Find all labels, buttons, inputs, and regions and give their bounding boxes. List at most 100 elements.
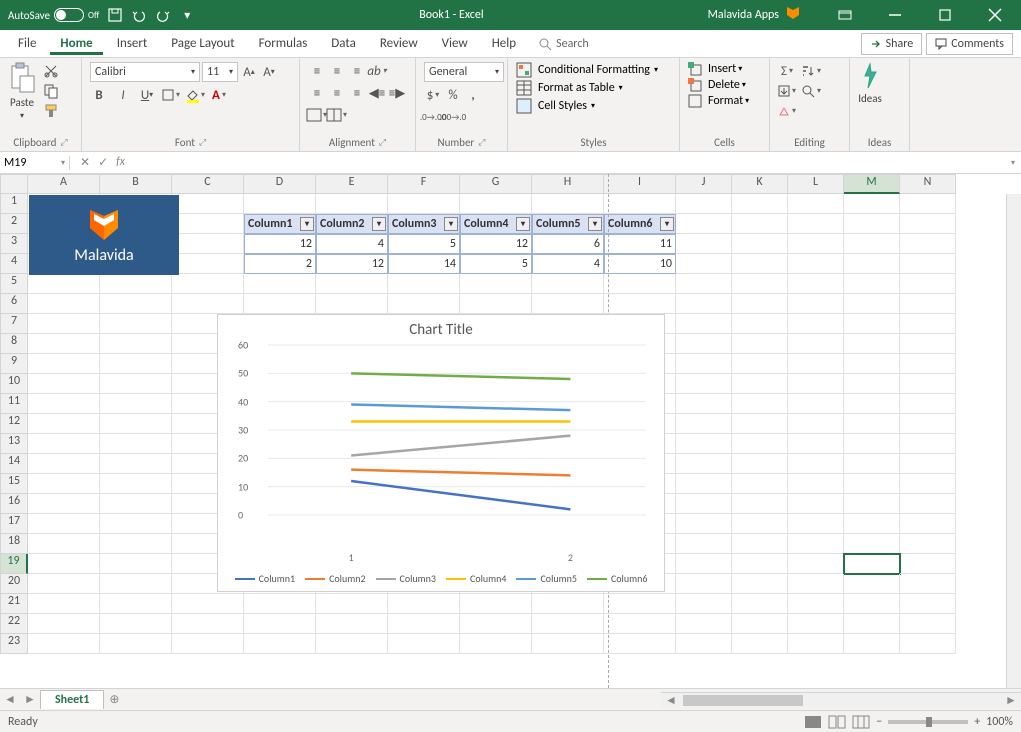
- cell-N15[interactable]: [900, 474, 956, 494]
- col-header-K[interactable]: K: [732, 174, 788, 194]
- cell-G2[interactable]: Column4▾: [460, 214, 532, 234]
- underline-icon[interactable]: U▾: [138, 86, 156, 104]
- prev-sheet-icon[interactable]: ◄: [0, 692, 20, 707]
- cell-B12[interactable]: [100, 414, 172, 434]
- cell-K23[interactable]: [732, 634, 788, 654]
- cell-F6[interactable]: [388, 294, 460, 314]
- cell-N20[interactable]: [900, 574, 956, 594]
- insert-button[interactable]: Insert▾: [688, 62, 742, 76]
- cell-M1[interactable]: [844, 194, 900, 214]
- cell-F4[interactable]: 14: [388, 254, 460, 274]
- cell-K20[interactable]: [732, 574, 788, 594]
- cell-A13[interactable]: [28, 434, 100, 454]
- cell-E22[interactable]: [316, 614, 388, 634]
- cell-I6[interactable]: [604, 294, 676, 314]
- fill-icon[interactable]: [778, 82, 796, 100]
- format-button[interactable]: Format▾: [688, 94, 749, 108]
- cell-G22[interactable]: [460, 614, 532, 634]
- cell-C5[interactable]: [172, 274, 244, 294]
- cell-J12[interactable]: [676, 414, 732, 434]
- cell-M12[interactable]: [844, 414, 900, 434]
- cell-K18[interactable]: [732, 534, 788, 554]
- cell-B17[interactable]: [100, 514, 172, 534]
- cell-J9[interactable]: [676, 354, 732, 374]
- cell-A16[interactable]: [28, 494, 100, 514]
- cell-K9[interactable]: [732, 354, 788, 374]
- cell-A6[interactable]: [28, 294, 100, 314]
- cell-L19[interactable]: [788, 554, 844, 574]
- cell-A20[interactable]: [28, 574, 100, 594]
- cell-L20[interactable]: [788, 574, 844, 594]
- cell-C1[interactable]: [172, 194, 244, 214]
- cell-F21[interactable]: [388, 594, 460, 614]
- cell-A19[interactable]: [28, 554, 100, 574]
- bold-icon[interactable]: B: [90, 86, 108, 104]
- cell-H1[interactable]: [532, 194, 604, 214]
- col-header-J[interactable]: J: [676, 174, 732, 194]
- cell-K14[interactable]: [732, 454, 788, 474]
- cell-A17[interactable]: [28, 514, 100, 534]
- minimize-button[interactable]: [873, 0, 917, 30]
- col-header-D[interactable]: D: [244, 174, 316, 194]
- cell-L21[interactable]: [788, 594, 844, 614]
- row-header-16[interactable]: 16: [0, 494, 28, 514]
- copy-icon[interactable]: [42, 82, 60, 100]
- cell-M10[interactable]: [844, 374, 900, 394]
- cut-icon[interactable]: [42, 62, 60, 80]
- filter-icon[interactable]: ▾: [372, 217, 386, 231]
- cell-G6[interactable]: [460, 294, 532, 314]
- page-break-view-icon[interactable]: [852, 713, 870, 731]
- cell-N14[interactable]: [900, 454, 956, 474]
- cell-K2[interactable]: [732, 214, 788, 234]
- cell-A11[interactable]: [28, 394, 100, 414]
- col-header-G[interactable]: G: [460, 174, 532, 194]
- cell-A7[interactable]: [28, 314, 100, 334]
- cell-J1[interactable]: [676, 194, 732, 214]
- cell-M7[interactable]: [844, 314, 900, 334]
- cell-L7[interactable]: [788, 314, 844, 334]
- cell-K22[interactable]: [732, 614, 788, 634]
- cell-J3[interactable]: [676, 234, 732, 254]
- cell-A15[interactable]: [28, 474, 100, 494]
- row-header-7[interactable]: 7: [0, 314, 28, 334]
- cell-H22[interactable]: [532, 614, 604, 634]
- tab-formulas[interactable]: Formulas: [249, 32, 318, 55]
- cell-J21[interactable]: [676, 594, 732, 614]
- cell-D5[interactable]: [244, 274, 316, 294]
- cell-A18[interactable]: [28, 534, 100, 554]
- cell-B8[interactable]: [100, 334, 172, 354]
- col-header-L[interactable]: L: [788, 174, 844, 194]
- cell-E1[interactable]: [316, 194, 388, 214]
- cell-C23[interactable]: [172, 634, 244, 654]
- cell-M18[interactable]: [844, 534, 900, 554]
- cell-K21[interactable]: [732, 594, 788, 614]
- cell-J11[interactable]: [676, 394, 732, 414]
- cell-B14[interactable]: [100, 454, 172, 474]
- row-header-14[interactable]: 14: [0, 454, 28, 474]
- cell-G4[interactable]: 5: [460, 254, 532, 274]
- percent-icon[interactable]: %: [444, 86, 462, 104]
- fx-icon[interactable]: fx: [116, 155, 125, 170]
- cell-G3[interactable]: 12: [460, 234, 532, 254]
- cell-A14[interactable]: [28, 454, 100, 474]
- cell-L2[interactable]: [788, 214, 844, 234]
- tab-view[interactable]: View: [432, 32, 478, 55]
- cell-E2[interactable]: Column2▾: [316, 214, 388, 234]
- col-header-H[interactable]: H: [532, 174, 604, 194]
- cell-L3[interactable]: [788, 234, 844, 254]
- cell-D1[interactable]: [244, 194, 316, 214]
- cell-L5[interactable]: [788, 274, 844, 294]
- row-header-21[interactable]: 21: [0, 594, 28, 614]
- cell-M20[interactable]: [844, 574, 900, 594]
- cell-A23[interactable]: [28, 634, 100, 654]
- tab-home[interactable]: Home: [50, 32, 102, 55]
- cell-J13[interactable]: [676, 434, 732, 454]
- embedded-chart[interactable]: Chart Title 010203040506012 Column1Colum…: [217, 314, 665, 592]
- cell-M3[interactable]: [844, 234, 900, 254]
- zoom-in-icon[interactable]: +: [974, 715, 980, 729]
- cell-D23[interactable]: [244, 634, 316, 654]
- indent-right-icon[interactable]: ≡▶: [388, 84, 406, 102]
- cell-N13[interactable]: [900, 434, 956, 454]
- cell-N18[interactable]: [900, 534, 956, 554]
- next-sheet-icon[interactable]: ►: [20, 692, 40, 707]
